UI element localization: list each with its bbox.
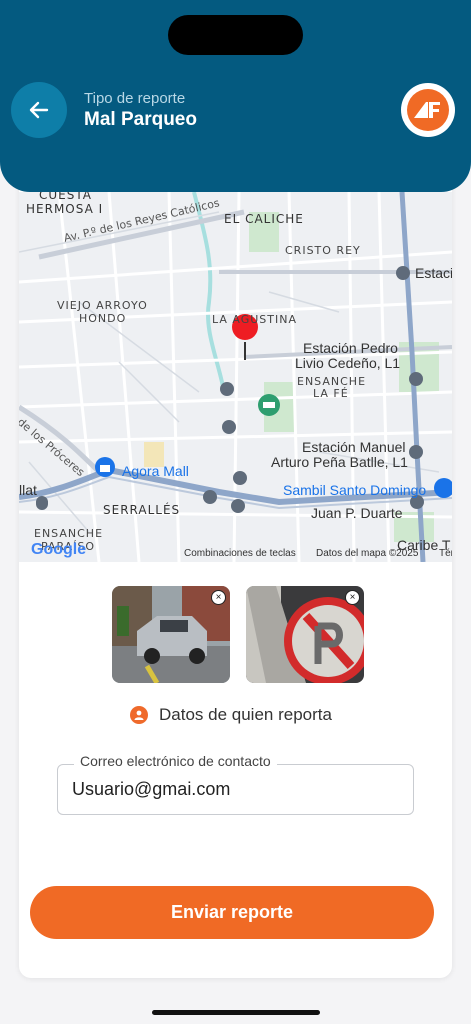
map-data-credit[interactable]: Datos del mapa ©2025 — [316, 548, 418, 559]
home-indicator — [152, 1010, 320, 1015]
map-label: Juan P. Duarte — [311, 505, 403, 521]
map-label: Estaci — [415, 265, 452, 281]
map-view[interactable]: CUESTA HERMOSA I EL CALICHE Av. P.º de l… — [19, 192, 452, 562]
report-type-label: Tipo de reporte — [84, 90, 186, 107]
email-field[interactable] — [72, 779, 392, 800]
remove-photo-button[interactable]: × — [345, 590, 360, 605]
app-header: Tipo de reporte Mal Parqueo — [0, 0, 471, 192]
report-card: CUESTA HERMOSA I EL CALICHE Av. P.º de l… — [19, 160, 452, 978]
map-label: HERMOSA I — [26, 202, 104, 216]
map-label: Livio Cedeño, L1 — [295, 355, 401, 371]
reporter-section-header: Datos de quien reporta — [130, 705, 332, 725]
map-label: VIEJO ARROYO — [57, 299, 148, 312]
map-label: Arturo Peña Batlle, L1 — [271, 454, 408, 470]
map-label: Sambil Santo Domingo — [283, 482, 427, 498]
map-label: SERRALLÉS — [103, 503, 181, 517]
reporter-section-label: Datos de quien reporta — [159, 705, 332, 724]
page-title: Mal Parqueo — [84, 109, 197, 130]
map-label: CRISTO REY — [285, 244, 361, 257]
map-label: Estación Manuel — [302, 439, 406, 455]
remove-photo-button[interactable]: × — [211, 590, 226, 605]
map-terms[interactable]: Tér — [439, 548, 452, 559]
email-field-container: Correo electrónico de contacto — [57, 753, 414, 815]
photo-sign[interactable]: × — [246, 586, 364, 683]
map-label: Estación Pedro — [303, 340, 398, 356]
map-label: LA FÉ — [313, 387, 349, 400]
app-logo — [401, 83, 455, 137]
map-label: HONDO — [79, 312, 127, 325]
logo-icon — [407, 89, 449, 131]
arrow-left-icon — [29, 101, 49, 119]
map-keyboard-shortcuts[interactable]: Combinaciones de teclas — [184, 548, 296, 559]
map-label: CUESTA — [39, 192, 92, 202]
map-label: EL CALICHE — [224, 212, 304, 226]
map-label: llat — [19, 482, 37, 498]
back-button[interactable] — [11, 82, 67, 138]
map-label: Agora Mall — [122, 463, 189, 479]
submit-report-button[interactable]: Enviar reporte — [30, 886, 434, 939]
device-notch — [168, 15, 303, 55]
map-label: LA AGUSTINA — [212, 313, 298, 326]
email-field-label: Correo electrónico de contacto — [74, 753, 277, 769]
google-logo: Google — [31, 541, 87, 558]
person-icon — [130, 706, 148, 724]
photo-car[interactable]: × — [112, 586, 230, 683]
map-label: ENSANCHE — [34, 527, 104, 540]
